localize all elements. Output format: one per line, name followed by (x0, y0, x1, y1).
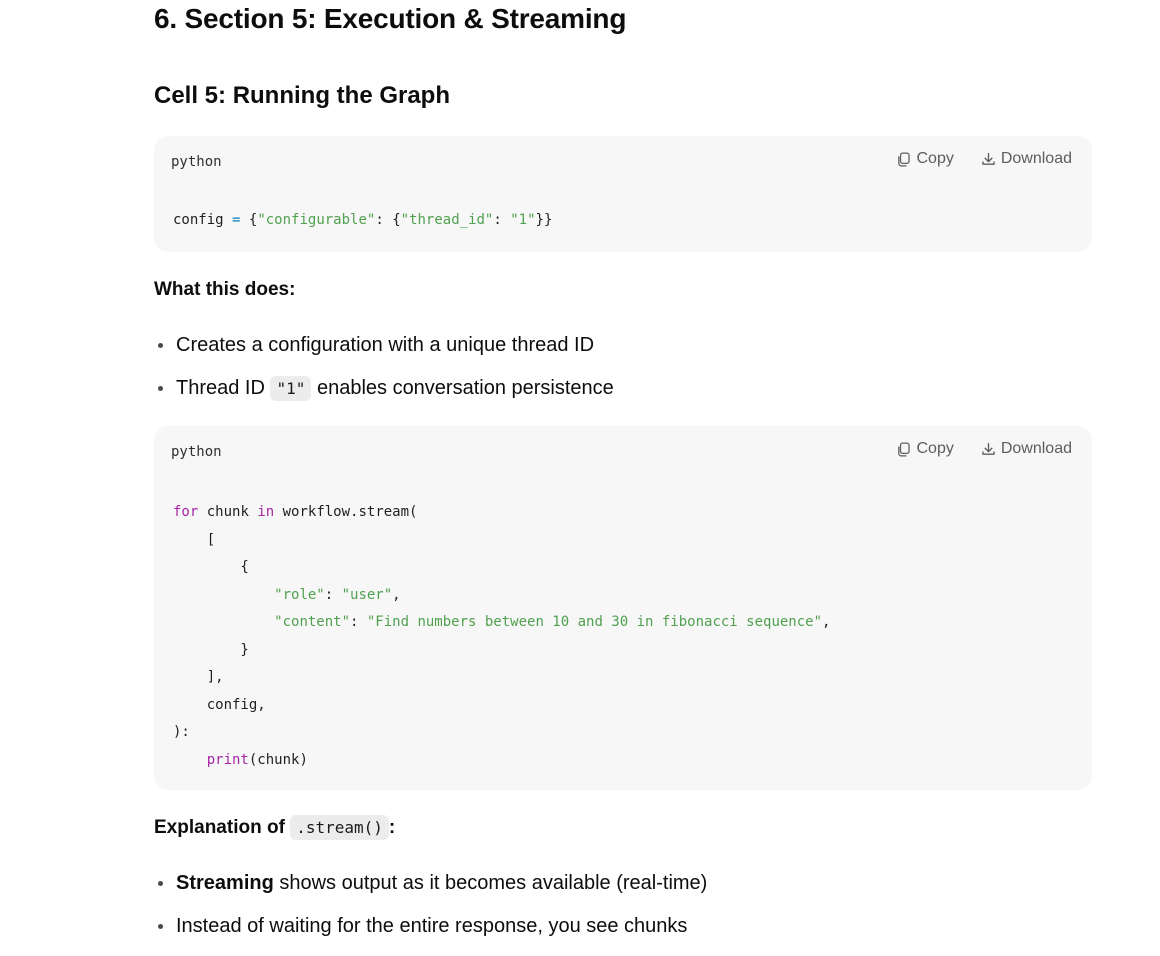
copy-icon (898, 151, 911, 167)
what-this-does-heading: What this does: (154, 279, 296, 300)
section-heading: 6. Section 5: Execution & Streaming (154, 3, 627, 34)
code-block-config: python Copy Download config = {"configur… (154, 136, 1092, 252)
what-this-does-list: Creates a configuration with a unique th… (154, 332, 1054, 419)
code-block-stream: python Copy Download for chunk in workfl… (154, 426, 1092, 790)
download-icon (982, 152, 995, 165)
code-block-actions: Copy Download (895, 150, 1072, 168)
inline-code: .stream() (290, 815, 389, 840)
code-keyword: in (257, 504, 275, 520)
copy-button[interactable]: Copy (895, 150, 954, 168)
download-button[interactable]: Download (980, 440, 1072, 458)
inline-code: "1" (270, 376, 312, 401)
download-label: Download (1000, 440, 1072, 457)
copy-label: Copy (916, 440, 954, 457)
code-language-label: python (171, 154, 222, 170)
download-label: Download (1000, 150, 1072, 167)
code-string: "Find numbers between 10 and 30 in fibon… (366, 614, 823, 630)
code-keyword: for (173, 504, 199, 520)
code-builtin: print (206, 751, 249, 768)
code-content: for chunk in workflow.stream( [ { "role"… (173, 504, 831, 768)
list-item: Thread ID "1" enables conversation persi… (154, 375, 1054, 402)
code-language-label: python (171, 444, 222, 460)
code-string: "user" (341, 586, 393, 603)
code-token: config (173, 212, 224, 228)
copy-icon (898, 441, 911, 457)
copy-label: Copy (916, 150, 954, 167)
code-string: "configurable" (257, 212, 376, 228)
cell-heading: Cell 5: Running the Graph (154, 82, 451, 109)
copy-button[interactable]: Copy (895, 440, 954, 458)
code-content: config = {"configurable": {"thread_id": … (173, 212, 553, 228)
list-item: Streaming shows output as it becomes ava… (154, 870, 1054, 896)
download-button[interactable]: Download (980, 150, 1072, 168)
code-string: "role" (274, 586, 325, 603)
code-block-actions: Copy Download (895, 440, 1072, 458)
explanation-list: Streaming shows output as it becomes ava… (154, 870, 1054, 956)
list-item: Creates a configuration with a unique th… (154, 332, 1054, 358)
download-icon (982, 442, 995, 455)
explanation-heading: Explanation of .stream(): (154, 815, 396, 840)
code-string: "thread_id" (400, 212, 494, 228)
code-string: "1" (510, 212, 536, 228)
list-item: Instead of waiting for the entire respon… (154, 913, 1054, 939)
code-string: "content" (274, 614, 351, 630)
